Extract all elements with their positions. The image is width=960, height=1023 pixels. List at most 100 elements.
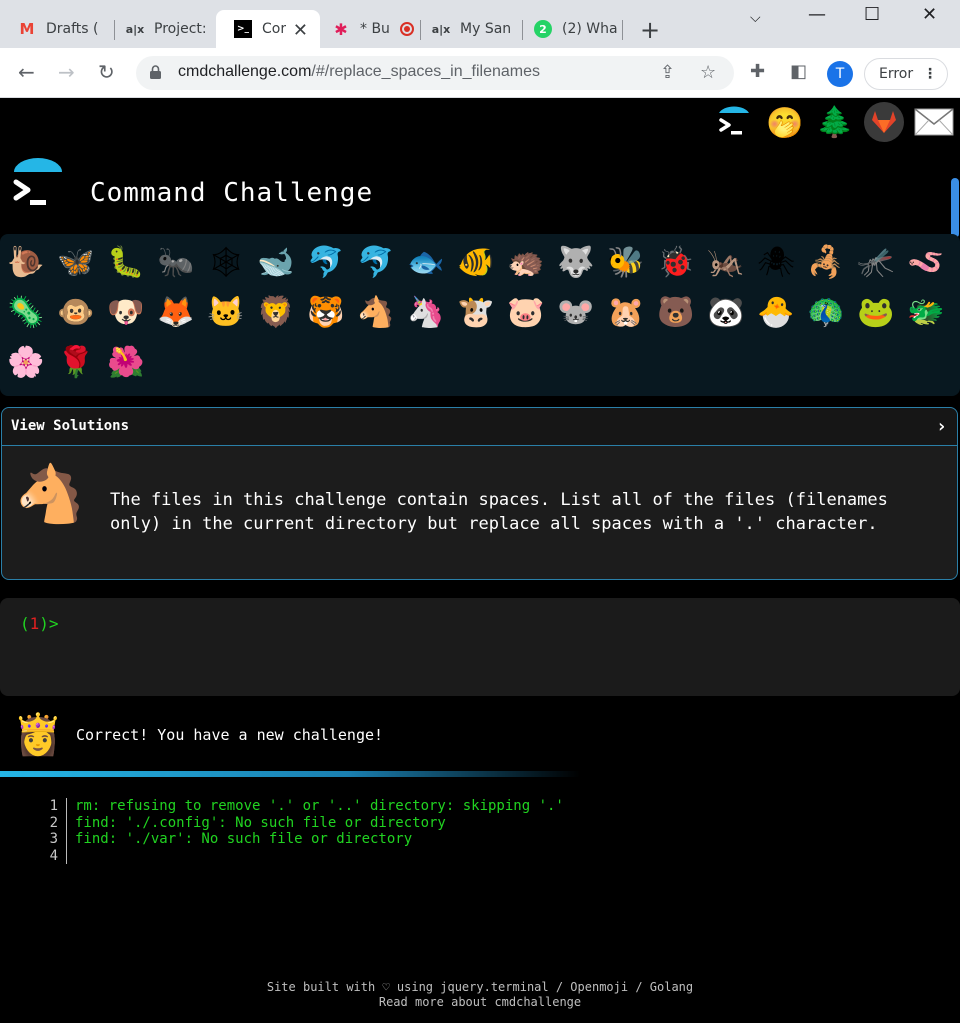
terminal-prompt: (1)> [20,614,59,633]
challenge-icon[interactable]: 🐞 [654,240,698,284]
gitlab-icon[interactable] [864,102,904,142]
extensions-icon[interactable]: ✚ [750,61,765,82]
page-content: 🤭 🌲 Command Challenge 🐌 🦋 🐛 🐜 🕸 🐋 🐬 🐬 🐟 🐠 🦔 🐺 🐝 🐞 🦗 🕷 🦂 🦟… [0,98,960,1023]
challenge-icon[interactable]: 🦗 [704,240,748,284]
error-label: Error [879,66,914,82]
scrollbar[interactable] [951,178,959,238]
tab-label: Drafts ( [46,21,99,37]
tab-gmail[interactable]: M Drafts ( [0,10,114,48]
tab-cmdchallenge[interactable]: >_ Cor ✕ [216,10,320,48]
challenge-icon[interactable]: 🐣 [754,290,798,334]
terminal-input[interactable]: (1)> [0,598,960,696]
challenge-icon[interactable]: 🐶 [104,290,148,334]
challenge-icon[interactable]: 🐹 [604,290,648,334]
envelope-icon[interactable] [914,102,954,142]
challenge-icon[interactable]: 🦟 [854,240,898,284]
output-line: 3 find: './var': No such file or director… [0,831,700,848]
challenge-icon[interactable]: 🪱 [904,240,948,284]
terminal-icon[interactable] [714,102,754,142]
output-line: 1 rm: refusing to remove '.' or '..' dire… [0,798,700,815]
challenge-icon[interactable]: 🐵 [54,290,98,334]
challenge-icon[interactable]: 🦂 [804,240,848,284]
challenge-icon[interactable]: 🐟 [404,240,448,284]
hand-over-mouth-icon[interactable]: 🤭 [765,103,805,143]
tab-project[interactable]: a|x Project: [108,10,216,48]
close-icon[interactable]: ✕ [293,20,308,41]
challenge-icon[interactable]: 🐛 [104,240,148,284]
challenge-icon[interactable]: 🐼 [704,290,748,334]
challenge-icon[interactable]: 🐝 [604,240,648,284]
window-close-icon[interactable]: ✕ [922,4,937,25]
challenge-icon[interactable]: 🐱 [204,290,248,334]
tab-label: My San [460,21,512,37]
challenge-icon[interactable]: 🦁 [254,290,298,334]
footer: Site built with ♡ using jquery.terminal … [0,980,960,1010]
chevron-right-icon[interactable]: › [936,416,947,437]
profile-avatar[interactable]: T [827,61,853,87]
challenge-icon[interactable]: 🕷 [754,240,798,284]
line-text: find: './var': No such file or directory [75,831,413,847]
challenge-icon[interactable]: 🦚 [804,290,848,334]
url-text: cmdchallenge.com/#/replace_spaces_in_fil… [178,63,540,80]
challenge-icon[interactable]: 🐬 [354,240,398,284]
challenge-icon[interactable]: 🦋 [54,240,98,284]
challenge-icon[interactable]: 🌹 [54,340,98,384]
address-bar[interactable]: cmdchallenge.com/#/replace_spaces_in_fil… [136,56,734,90]
more-menu-icon[interactable]: ⋮ [923,59,937,89]
back-icon[interactable]: ← [18,60,35,84]
tab-search-icon[interactable]: ⌵ [750,10,761,26]
output-line: 2 find: './.config': No such file or dire… [0,815,700,832]
challenge-icon[interactable]: 🐌 [4,240,48,284]
view-solutions-label: View Solutions [11,418,130,434]
footer-read-more-link[interactable]: Read more about cmdchallenge [0,995,960,1010]
side-panel-icon[interactable]: ◧ [790,61,807,82]
challenge-icon[interactable]: 🌸 [4,340,48,384]
challenge-icon[interactable]: 🕸 [204,240,248,284]
challenge-icon[interactable]: 🐬 [304,240,348,284]
share-icon[interactable]: ⇪ [660,62,675,83]
challenge-icon[interactable]: 🦔 [504,240,548,284]
challenge-icon[interactable]: 🐯 [304,290,348,334]
view-solutions-header[interactable]: View Solutions › [2,408,957,446]
challenge-description: The files in this challenge contain spac… [110,490,888,534]
challenge-icon[interactable]: 🐷 [504,290,548,334]
error-button[interactable]: Error ⋮ [864,58,948,90]
challenge-icon[interactable]: 🐮 [454,290,498,334]
tab-slack[interactable]: ✱ * Bu [314,10,418,48]
challenge-icon[interactable]: 🐴 [354,290,398,334]
challenge-icon[interactable]: 🦠 [4,290,48,334]
reload-icon[interactable]: ↻ [98,60,115,84]
lock-icon [150,65,161,79]
tab-separator [622,20,623,40]
challenge-icon[interactable]: 🐺 [554,240,598,284]
bookmark-star-icon[interactable]: ☆ [700,62,716,83]
challenge-icon[interactable]: 🐸 [854,290,898,334]
challenge-icons-panel: 🐌 🦋 🐛 🐜 🕸 🐋 🐬 🐬 🐟 🐠 🦔 🐺 🐝 🐞 🦗 🕷 🦂 🦟 🪱 🦠 🐵 🐶 🦊 🐱 🦁 🐯 🐴 🦄 🐮 🐷 🐭 🐹 🐻 🐼 🐣 🦚 🐸 🐲 🌸 🌹… [0,234,960,396]
new-tab-icon[interactable]: + [640,16,660,44]
challenge-icon[interactable]: 🦄 [404,290,448,334]
challenge-icon[interactable]: 🐠 [454,240,498,284]
line-text: find: './.config': No such file or direc… [75,814,446,831]
tab-my-sandbox[interactable]: a|x My San [414,10,522,48]
recording-icon [399,22,414,36]
alx-icon: a|x [125,22,145,36]
minimize-icon[interactable]: — [808,4,826,25]
tab-whatsapp[interactable]: 2 (2) Wha [516,10,622,48]
line-number: 1 [49,798,58,814]
tab-label: * Bu [360,21,390,37]
challenge-icon[interactable]: 🌺 [104,340,148,384]
challenge-icon[interactable]: 🐋 [254,240,298,284]
challenge-icon[interactable]: 🐭 [554,290,598,334]
challenge-icon[interactable]: 🦊 [154,290,198,334]
solutions-panel: View Solutions › 🐴 The files in this cha… [1,407,958,580]
maximize-icon[interactable]: ☐ [864,4,880,25]
tree-icon[interactable]: 🌲 [815,102,855,142]
alx-icon: a|x [431,22,451,36]
terminal-icon: >_ [234,20,252,38]
challenge-icon[interactable]: 🐻 [654,290,698,334]
site-logo[interactable] [10,158,66,214]
challenge-icon[interactable]: 🐜 [154,240,198,284]
slack-icon: ✱ [334,19,348,39]
challenge-icon[interactable]: 🐲 [904,290,948,334]
forward-icon[interactable]: → [58,60,75,84]
